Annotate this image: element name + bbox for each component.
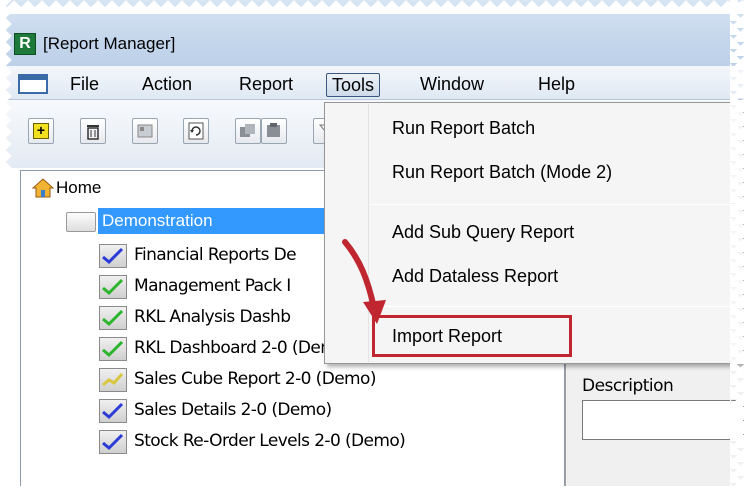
- add-button[interactable]: +: [28, 118, 54, 144]
- tree-home-label[interactable]: Home: [56, 178, 101, 198]
- torn-edge-top: [0, 0, 744, 14]
- properties-icon: [137, 124, 153, 138]
- annotation-arrow-icon: [342, 239, 386, 324]
- blue-chart-icon: [99, 399, 127, 423]
- folder-icon: [66, 212, 96, 232]
- window-title: [Report Manager]: [43, 34, 176, 53]
- green-chart-icon: [99, 337, 127, 361]
- menu-item-add-sub-query-report[interactable]: Add Sub Query Report: [392, 222, 574, 243]
- refresh-button[interactable]: [183, 118, 209, 144]
- menu-window[interactable]: Window: [420, 73, 484, 97]
- description-field[interactable]: [582, 400, 744, 440]
- trash-icon: [87, 125, 99, 140]
- system-menu-icon[interactable]: [18, 74, 48, 94]
- report-label: RKL Dashboard 2-0 (Demo): [134, 338, 353, 358]
- copy-button[interactable]: [235, 118, 261, 144]
- report-label: Sales Cube Report 2-0 (Demo): [134, 369, 376, 389]
- menu-item-run-report-batch[interactable]: Run Report Batch: [392, 118, 535, 139]
- green-chart-icon: [99, 306, 127, 330]
- report-label: RKL Analysis Dashb: [134, 307, 291, 327]
- menu-file[interactable]: File: [70, 73, 99, 97]
- copy-icon: [240, 124, 255, 137]
- app-icon: R: [14, 33, 36, 55]
- refresh-icon: [188, 122, 204, 140]
- blue-chart-icon: [99, 244, 127, 268]
- menu-action[interactable]: Action: [142, 73, 192, 97]
- report-label: Stock Re-Order Levels 2-0 (Demo): [134, 431, 406, 451]
- delete-button[interactable]: [80, 118, 106, 144]
- import-report-highlight-box: [372, 315, 572, 357]
- paste-button[interactable]: [261, 118, 287, 144]
- blue-chart-icon: [99, 430, 127, 454]
- yellow-chart-icon: [99, 368, 127, 392]
- menu-item-run-report-batch-mode-2[interactable]: Run Report Batch (Mode 2): [392, 162, 612, 183]
- green-chart-icon: [99, 275, 127, 299]
- torn-edge-right: [730, 0, 744, 499]
- menu-help[interactable]: Help: [538, 73, 575, 97]
- report-label: Financial Reports De: [134, 245, 297, 265]
- menu-tools[interactable]: Tools: [326, 73, 381, 97]
- report-manager-window: R [Report Manager] File Action Report To…: [0, 0, 744, 499]
- torn-edge-left: [0, 0, 12, 499]
- paste-icon: [267, 123, 280, 137]
- tree-folder-demonstration[interactable]: Demonstration: [98, 208, 338, 234]
- menu-item-add-dataless-report[interactable]: Add Dataless Report: [392, 266, 558, 287]
- report-label: Management Pack I: [134, 276, 291, 296]
- menu-separator: [370, 204, 744, 205]
- menu-separator: [370, 306, 744, 307]
- report-label: Sales Details 2-0 (Demo): [134, 400, 332, 420]
- description-label: Description: [582, 376, 674, 396]
- torn-edge-bottom: [0, 486, 744, 499]
- home-icon: [32, 178, 54, 198]
- properties-button[interactable]: [132, 118, 158, 144]
- add-icon: +: [33, 123, 49, 139]
- menu-report[interactable]: Report: [239, 73, 293, 97]
